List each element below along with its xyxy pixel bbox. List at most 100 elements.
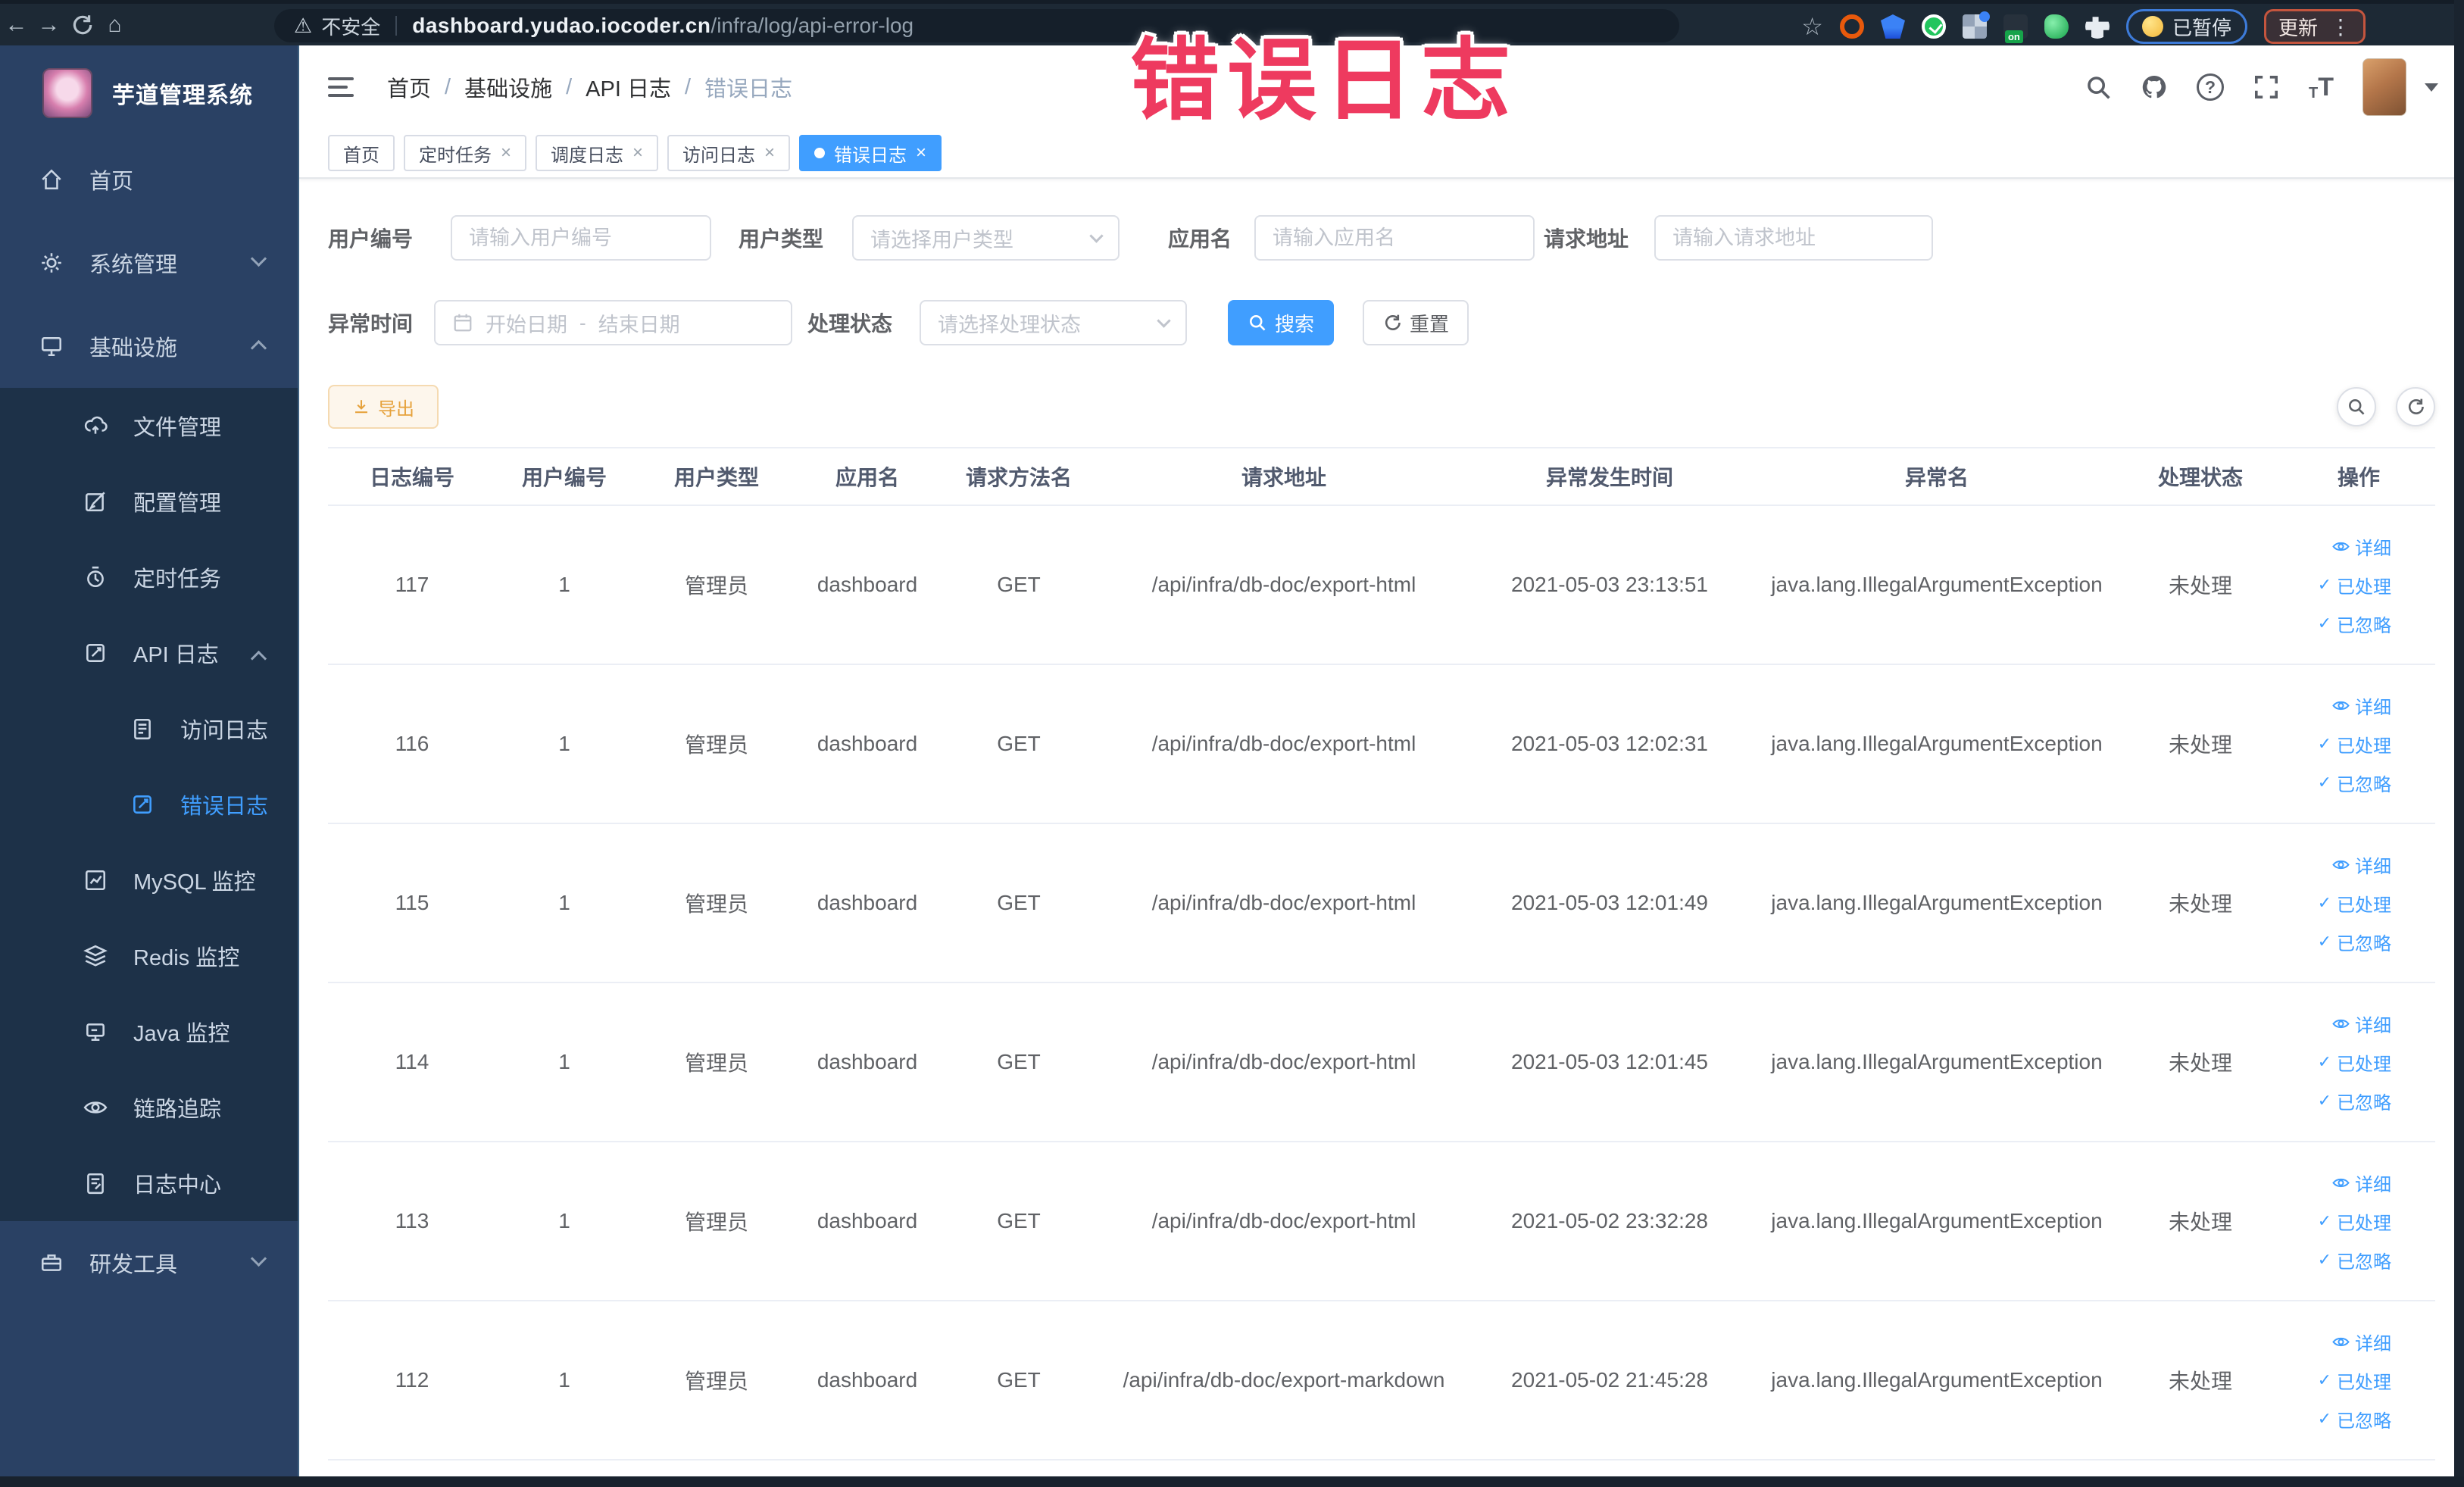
- sidebar-item-infra[interactable]: 基础设施: [0, 305, 298, 388]
- table-toolbar: 导出: [328, 385, 2435, 429]
- fullscreen-icon[interactable]: [2253, 73, 2280, 101]
- profile-paused-chip[interactable]: 已暂停: [2125, 9, 2247, 44]
- sidebar-item-accesslog[interactable]: 访问日志: [0, 691, 298, 767]
- refresh-table-button[interactable]: [2396, 387, 2435, 426]
- extension-icon[interactable]: on: [2003, 14, 2028, 43]
- sidebar-item-apilog[interactable]: API 日志: [0, 615, 298, 691]
- detail-link[interactable]: 详细: [2332, 533, 2391, 560]
- browser-back-icon[interactable]: ←: [0, 12, 33, 38]
- sidebar-item-file[interactable]: 文件管理: [0, 388, 298, 464]
- hide-search-button[interactable]: [2337, 387, 2376, 426]
- extension-icon[interactable]: [1880, 14, 1905, 39]
- sidebar-item-job[interactable]: 定时任务: [0, 539, 298, 615]
- sidebar-item-home[interactable]: 首页: [0, 138, 298, 221]
- mark-ignored-link[interactable]: ✓ 已忽略: [2318, 611, 2391, 637]
- close-icon[interactable]: ×: [632, 142, 643, 164]
- avatar-caret-icon[interactable]: [2425, 83, 2438, 92]
- mark-ignored-link[interactable]: ✓ 已忽略: [2318, 1406, 2391, 1432]
- mark-ignored-link[interactable]: ✓ 已忽略: [2318, 770, 2391, 796]
- detail-link[interactable]: 详细: [2332, 1011, 2391, 1037]
- user-type-select[interactable]: 请选择用户类型: [852, 215, 1120, 261]
- browser-menu-kebab-icon[interactable]: ⋮: [2330, 14, 2351, 39]
- detail-link[interactable]: 详细: [2332, 1170, 2391, 1196]
- search-icon[interactable]: [2085, 73, 2112, 101]
- reset-button[interactable]: 重置: [1363, 300, 1469, 345]
- url-divider: [395, 16, 398, 36]
- sidebar-item-mysql[interactable]: MySQL 监控: [0, 842, 298, 918]
- mark-ignored-link[interactable]: ✓ 已忽略: [2318, 1247, 2391, 1273]
- cell-exception-name: java.lang.IllegalArgumentException: [1771, 1209, 2103, 1232]
- security-warning-icon: ⚠: [294, 14, 313, 37]
- detail-link[interactable]: 详细: [2332, 851, 2391, 878]
- breadcrumb-item[interactable]: API 日志: [586, 71, 671, 103]
- start-date-placeholder[interactable]: 开始日期: [486, 308, 567, 338]
- cell-user-id: 1: [558, 1050, 570, 1073]
- sidebar-item-errorlog[interactable]: 错误日志: [0, 767, 298, 842]
- tab-job[interactable]: 定时任务 ×: [404, 135, 527, 171]
- user-avatar[interactable]: [2363, 58, 2406, 116]
- help-icon[interactable]: ?: [2197, 73, 2224, 101]
- chevron-down-icon: [250, 250, 267, 267]
- tab-error-log[interactable]: 错误日志 ×: [799, 135, 942, 171]
- mark-processed-link[interactable]: ✓ 已处理: [2318, 1049, 2391, 1076]
- export-button[interactable]: 导出: [328, 385, 439, 429]
- extension-icon[interactable]: [2044, 14, 2069, 39]
- breadcrumb-item[interactable]: 基础设施: [464, 71, 552, 103]
- browser-forward-icon[interactable]: →: [33, 12, 65, 38]
- close-icon[interactable]: ×: [764, 142, 775, 164]
- user-id-input[interactable]: [451, 215, 712, 261]
- url-path[interactable]: /infra/log/api-error-log: [710, 14, 913, 38]
- browser-reload-icon[interactable]: [70, 13, 94, 37]
- sidebar-item-config[interactable]: 配置管理: [0, 464, 298, 539]
- sidebar-item-devtool[interactable]: 研发工具: [0, 1221, 298, 1304]
- sidebar-item-logcenter[interactable]: 日志中心: [0, 1145, 298, 1221]
- mark-processed-link[interactable]: ✓ 已处理: [2318, 572, 2391, 598]
- browser-update-button[interactable]: 更新 ⋮: [2263, 9, 2366, 44]
- address-bar[interactable]: ⚠ 不安全 dashboard.yudao.iocoder.cn/infra/l…: [274, 9, 1679, 42]
- range-separator: -: [579, 311, 586, 334]
- detail-link[interactable]: 详细: [2332, 1329, 2391, 1355]
- exception-time-range-picker[interactable]: 开始日期 - 结束日期: [434, 300, 793, 345]
- mark-processed-link[interactable]: ✓ 已处理: [2318, 731, 2391, 758]
- extensions-puzzle-icon[interactable]: [2085, 17, 2110, 39]
- request-url-input[interactable]: [1654, 215, 1934, 261]
- tab-access-log[interactable]: 访问日志 ×: [667, 135, 791, 171]
- mark-processed-link[interactable]: ✓ 已处理: [2318, 1208, 2391, 1235]
- cell-user-type: 管理员: [684, 733, 748, 757]
- tab-job-log[interactable]: 调度日志 ×: [536, 135, 659, 171]
- sidebar-item-java[interactable]: Java 监控: [0, 994, 298, 1070]
- extension-icon[interactable]: [1839, 14, 1864, 39]
- font-size-icon[interactable]: TT: [2309, 73, 2334, 102]
- mark-processed-link[interactable]: ✓ 已处理: [2318, 890, 2391, 917]
- mark-ignored-link[interactable]: ✓ 已忽略: [2318, 1088, 2391, 1114]
- detail-link[interactable]: 详细: [2332, 692, 2391, 719]
- end-date-placeholder[interactable]: 结束日期: [598, 308, 680, 338]
- error-log-table: 日志编号 用户编号 用户类型 应用名 请求方法名 请求地址 异常发生时间 异常名…: [328, 447, 2435, 1460]
- extension-icon[interactable]: [1921, 14, 1946, 39]
- sidebar-item-system[interactable]: 系统管理: [0, 221, 298, 305]
- trace-eye-icon: [83, 1101, 108, 1114]
- close-icon[interactable]: ×: [916, 142, 926, 164]
- filter-label-request-url: 请求地址: [1544, 227, 1629, 251]
- security-label[interactable]: 不安全: [321, 12, 380, 40]
- github-icon[interactable]: [2141, 73, 2168, 101]
- process-status-select[interactable]: 请选择处理状态: [920, 300, 1188, 345]
- refresh-icon: [2408, 398, 2424, 414]
- url-host[interactable]: dashboard.yudao.iocoder.cn: [412, 14, 710, 38]
- breadcrumb-item[interactable]: 首页: [387, 71, 431, 103]
- mark-ignored-link[interactable]: ✓ 已忽略: [2318, 929, 2391, 955]
- sidebar-toggle-icon[interactable]: [328, 77, 354, 97]
- download-icon: [355, 400, 367, 414]
- app-name-input[interactable]: [1254, 215, 1535, 261]
- sidebar-item-redis[interactable]: Redis 监控: [0, 918, 298, 994]
- cell-exception-name: java.lang.IllegalArgumentException: [1771, 732, 2103, 755]
- close-icon[interactable]: ×: [501, 142, 511, 164]
- bookmark-star-icon[interactable]: ☆: [1801, 12, 1823, 41]
- sidebar-logo-row[interactable]: 芋道管理系统: [0, 45, 298, 138]
- extension-icon[interactable]: [1962, 11, 1990, 39]
- search-button[interactable]: 搜索: [1228, 300, 1335, 345]
- sidebar-item-trace[interactable]: 链路追踪: [0, 1070, 298, 1145]
- mark-processed-link[interactable]: ✓ 已处理: [2318, 1367, 2391, 1394]
- tab-home[interactable]: 首页: [328, 135, 395, 171]
- browser-home-icon[interactable]: ⌂: [98, 12, 131, 38]
